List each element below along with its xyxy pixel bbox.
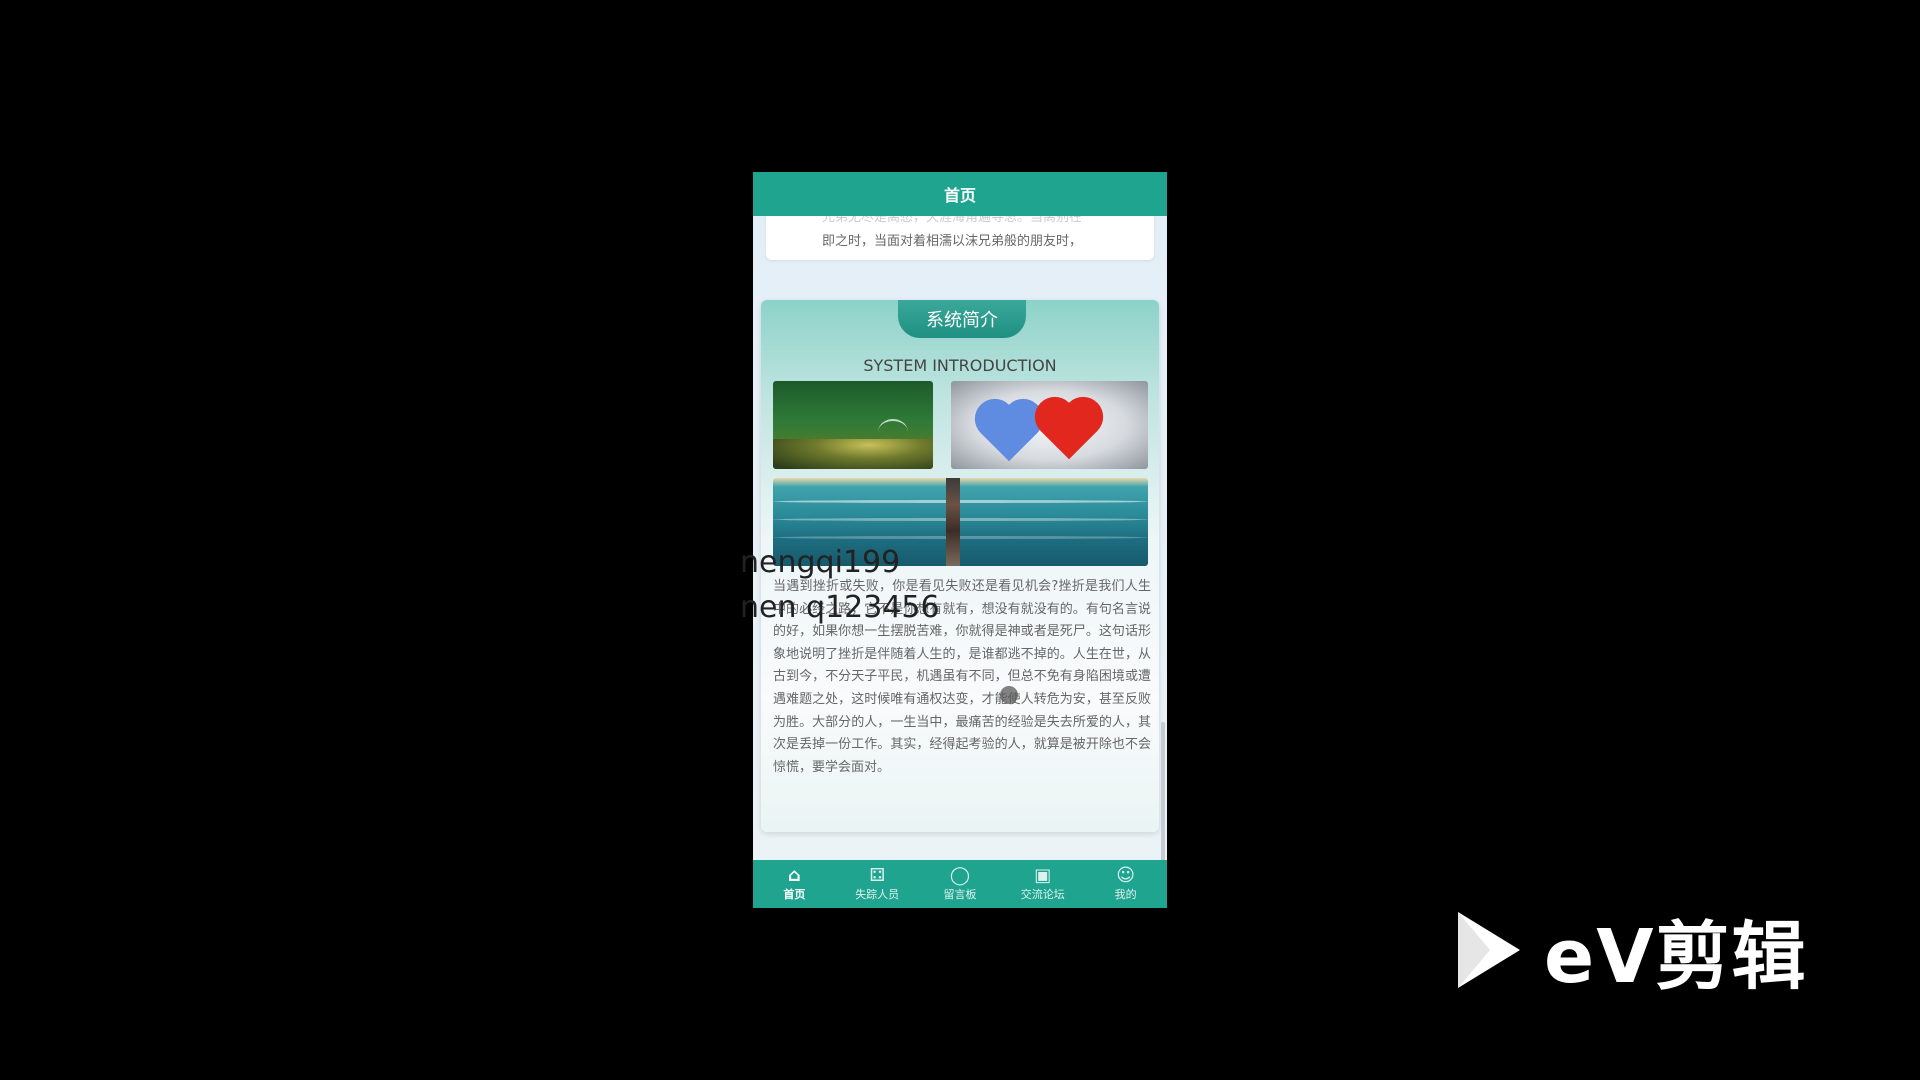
touch-cursor xyxy=(1000,686,1018,704)
phone-screen: 首页 兄弟无尽是离愁，天涯海角遍寻思。当离别在 即之时，当面对着相濡以沫兄弟般的… xyxy=(753,172,1167,908)
nav-home-label: 首页 xyxy=(783,888,806,901)
nav-home[interactable]: ⌂ 首页 xyxy=(759,860,829,908)
nav-missing-persons[interactable]: ⚃ 失踪人员 xyxy=(842,860,912,908)
user-icon: ☺ xyxy=(1116,865,1135,886)
watermark-line-2: nen q123456 xyxy=(740,590,940,625)
nav-mine-label: 我的 xyxy=(1114,888,1137,901)
watermark-line-1: nengqi199 xyxy=(740,545,901,580)
hearts-photo xyxy=(951,381,1148,469)
nav-mine[interactable]: ☺ 我的 xyxy=(1091,860,1161,908)
chat-icon: ◯ xyxy=(949,865,971,886)
system-intro-tab: 系统简介 xyxy=(898,300,1026,338)
ev-editor-logo: eV剪辑 xyxy=(1450,905,1815,1000)
nav-forum-label: 交流论坛 xyxy=(1020,888,1065,901)
apps-icon: ⚃ xyxy=(869,865,886,886)
nav-message-board-label: 留言板 xyxy=(943,888,977,901)
home-icon: ⌂ xyxy=(787,865,801,886)
scrollbar[interactable] xyxy=(1161,722,1165,862)
moss-photo xyxy=(773,381,933,469)
nav-message-board[interactable]: ◯ 留言板 xyxy=(925,860,995,908)
ev-editor-logo-text: eV剪辑 xyxy=(1544,913,1808,1000)
page-title: 首页 xyxy=(753,172,1167,216)
nav-missing-persons-label: 失踪人员 xyxy=(855,888,900,901)
previous-article-text: 兄弟无尽是离愁，天涯海角遍寻思。当离别在 即之时，当面对着相濡以沫兄弟般的朋友时… xyxy=(822,210,1122,254)
system-intro-subtitle: SYSTEM INTRODUCTION xyxy=(863,356,1057,375)
previous-article-line: 即之时，当面对着相濡以沫兄弟般的朋友时， xyxy=(822,234,1083,249)
bottom-nav: ⌂ 首页 ⚃ 失踪人员 ◯ 留言板 ▣ 交流论坛 ☺ 我的 xyxy=(753,860,1167,908)
play-icon xyxy=(1458,912,1520,988)
nav-forum[interactable]: ▣ 交流论坛 xyxy=(1008,860,1078,908)
forum-icon: ▣ xyxy=(1034,865,1052,886)
